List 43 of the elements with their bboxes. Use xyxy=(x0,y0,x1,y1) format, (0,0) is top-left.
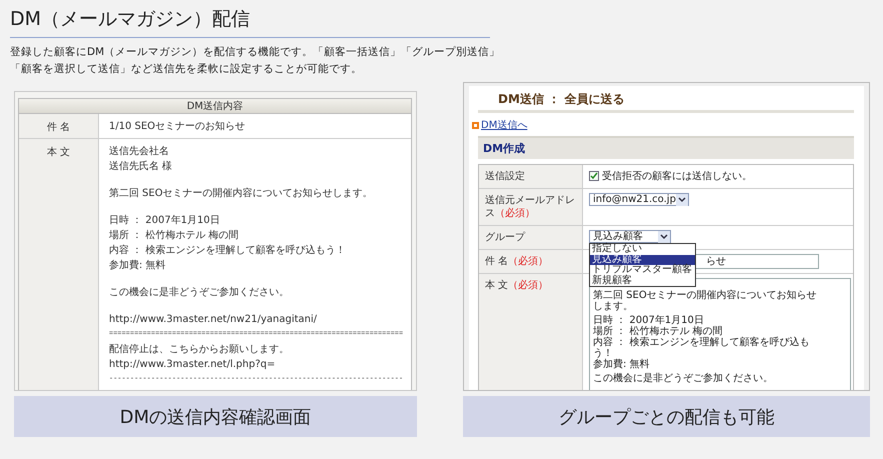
body-line: この機会に是非どうぞご参加ください。 xyxy=(109,286,289,300)
row-label: 件 名 xyxy=(19,114,99,138)
body-line: 第二回 SEOセミナーの開催内容についてお知らせ xyxy=(593,290,817,301)
body-line: します。 xyxy=(593,301,633,312)
body-line: http://www.3master.net/l.php?q= xyxy=(109,358,276,372)
body-line: 日時 ： 2007年1月10日 xyxy=(109,214,220,228)
description-line: 「顧客を選択して送信」など送信先を柔軟に設定することが可能です。 xyxy=(10,62,362,77)
table-header: DM送信内容 xyxy=(19,99,411,114)
body-line: 配信停止は、こちらからお願いします。 xyxy=(109,342,289,357)
section-header: DM作成 xyxy=(478,136,854,159)
body-line: 内容 ： 検索エンジンを理解して顧客を呼び込もう！ xyxy=(109,244,346,258)
field-label: グループ xyxy=(479,226,583,249)
row-label: 本 文 xyxy=(19,139,99,390)
back-link[interactable]: DM送信へ xyxy=(481,118,528,132)
address-select[interactable]: info@nw21.co.jp xyxy=(589,193,689,206)
body-line: う！ xyxy=(593,348,613,359)
body-line: 参加費: 無料 xyxy=(109,258,166,273)
table-cell-text: 1/10 SEOセミナーのお知らせ xyxy=(108,120,246,134)
body-line: 送信先氏名 様 xyxy=(109,160,172,174)
body-line: 内容 ： 検索エンジンを理解して顧客を呼び込も xyxy=(593,337,810,348)
body-line: この機会に是非どうぞご参加ください。 xyxy=(593,373,773,384)
bullet-icon xyxy=(472,122,479,128)
caption: グループごとの配信も可能 xyxy=(463,396,870,437)
body-line: 場所 ： 松竹梅ホテル 梅の間 xyxy=(109,228,239,243)
description-line: 登録した顧客にDM（メールマガジン）を配信する機能です。「顧客一括送信」「グループ別送信」 xyxy=(10,45,500,60)
form-title: DM送信 ： 全員に送る xyxy=(478,89,854,113)
page-title: DM（メールマガジン）配信 xyxy=(10,6,490,38)
body-line: 参加費: 無料 xyxy=(593,359,650,370)
body-line: 第二回 SEOセミナーの開催内容についてお知らせします。 xyxy=(109,186,373,201)
group-select[interactable]: 見込み顧客 xyxy=(589,230,671,243)
body-line: http://www.3master.net/nw21/yanagitani/ xyxy=(109,313,317,327)
field-label: 送信設定 xyxy=(479,165,583,188)
caret-icon xyxy=(678,196,686,202)
caption: DMの送信内容確認画面 xyxy=(14,396,417,437)
field-label: 送信元メールアドレス（必須） xyxy=(479,189,583,225)
field-label: 件 名（必須） xyxy=(479,250,583,273)
body-line: 送信先会社名 xyxy=(109,144,169,159)
checkbox[interactable] xyxy=(589,171,599,182)
checkbox-label: 受信拒否の顧客には送信しない。 xyxy=(602,171,752,182)
body-line: 日時 ： 2007年1月10日 xyxy=(593,315,704,326)
field-label: 本 文（必須） xyxy=(479,274,583,390)
body-line: 場所 ： 松竹梅ホテル 梅の間 xyxy=(593,326,723,337)
caret-icon xyxy=(660,234,668,240)
